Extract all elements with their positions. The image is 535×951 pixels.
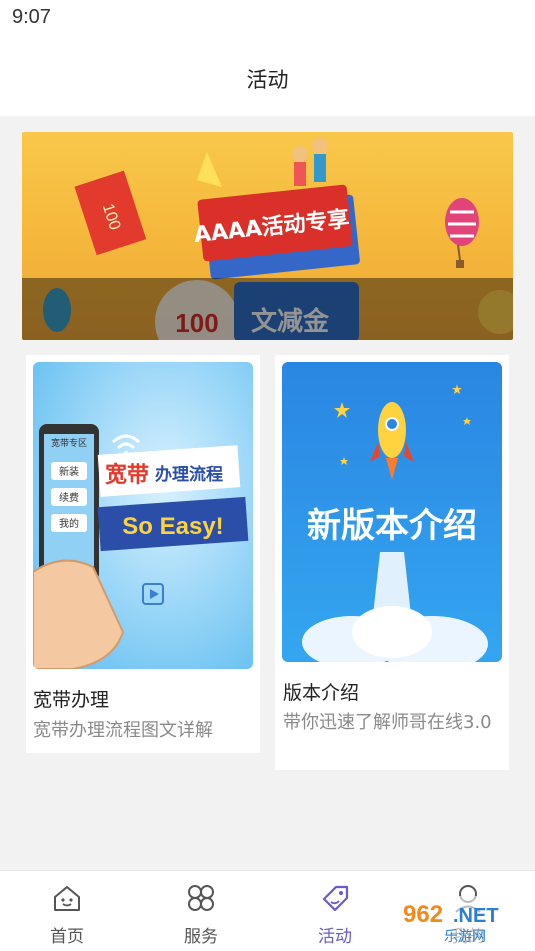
card-description: 带你迅速了解师哥在线3.0: [283, 712, 492, 733]
tab-activity[interactable]: 活动: [268, 871, 402, 951]
tab-label: 首页: [50, 927, 84, 947]
phone-button-mine: 我的: [59, 517, 79, 530]
activity-card-broadband[interactable]: 宽带专区 新装 续费 我的 宽带 办理流程 So Easy! 宽带办理 宽带办理…: [26, 355, 260, 753]
watermark-logo: 962 .NET 乐游网: [395, 896, 533, 946]
svg-text:.NET: .NET: [453, 905, 499, 927]
phone-header: 宽带专区: [51, 437, 87, 449]
image-slogan: So Easy!: [122, 513, 223, 540]
card-image-broadband: 宽带专区 新装 续费 我的 宽带 办理流程 So Easy!: [33, 362, 253, 669]
page-title: 活动: [246, 68, 289, 92]
home-icon: [54, 886, 80, 911]
image-headline: 新版本介绍: [307, 506, 477, 546]
tab-services[interactable]: 服务: [134, 871, 268, 951]
svg-text:962: 962: [403, 901, 443, 928]
tab-label: 服务: [184, 927, 218, 947]
activity-card-version[interactable]: 新版本介绍 版本介绍 带你迅速了解师哥在线3.0: [275, 355, 509, 770]
status-time: 9:07: [12, 6, 51, 28]
phone-button-new: 新装: [59, 465, 79, 478]
card-title: 宽带办理: [33, 689, 110, 711]
image-headline-2: 办理流程: [155, 464, 223, 485]
card-description: 宽带办理流程图文详解: [33, 720, 213, 741]
tab-home[interactable]: 首页: [0, 871, 134, 951]
tag-icon: [322, 885, 349, 912]
promo-banner[interactable]: 100 AAAA活动专享 100 文减金: [22, 132, 513, 340]
tab-label: 活动: [318, 927, 352, 947]
version-illustration: 新版本介绍: [282, 362, 502, 662]
status-bar: 9:07: [0, 0, 535, 38]
svg-text:乐游网: 乐游网: [444, 929, 486, 945]
broadband-illustration: 宽带专区 新装 续费 我的 宽带 办理流程 So Easy!: [33, 362, 253, 669]
card-image-version: 新版本介绍: [282, 362, 502, 662]
app-bar: 活动: [0, 38, 535, 116]
phone-button-renew: 续费: [59, 491, 79, 504]
card-title: 版本介绍: [283, 682, 360, 704]
grid-icon: [188, 885, 214, 911]
banner-overlay: [22, 278, 513, 340]
image-headline-1: 宽带: [105, 462, 149, 488]
